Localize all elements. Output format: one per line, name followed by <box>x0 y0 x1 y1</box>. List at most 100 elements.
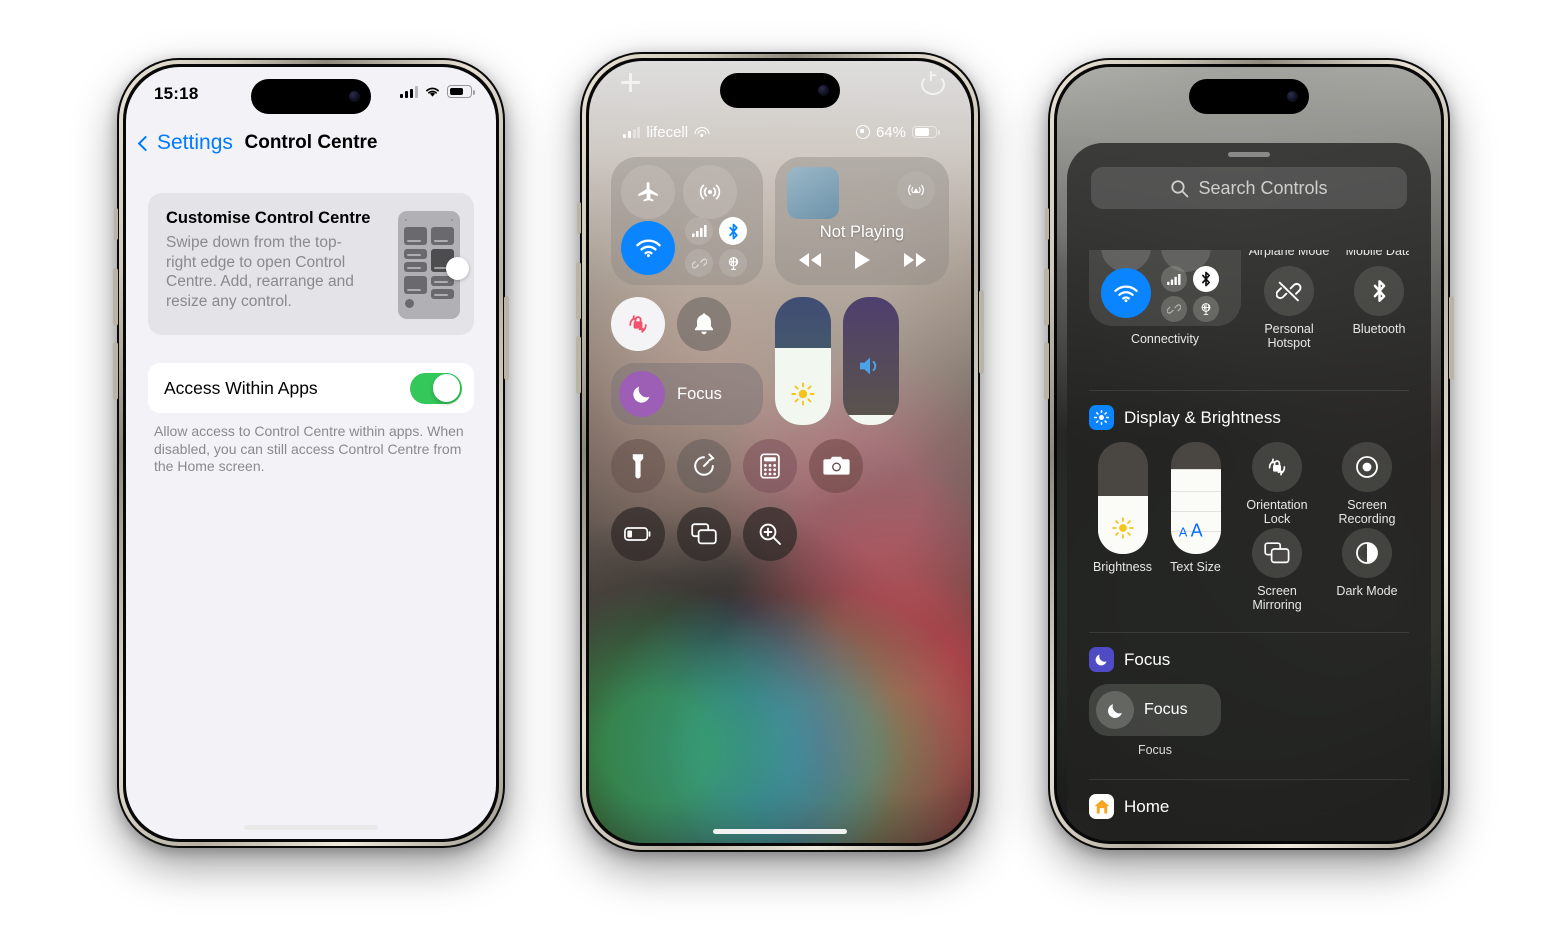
screen-recording-icon[interactable] <box>1342 442 1392 492</box>
add-control-icon[interactable] <box>621 73 640 92</box>
magnifier-icon[interactable] <box>743 507 797 561</box>
play-icon[interactable] <box>854 250 871 275</box>
volume-down-button[interactable] <box>113 342 118 400</box>
screen-mirroring-icon[interactable] <box>1252 528 1302 578</box>
vpn-icon[interactable] <box>719 249 747 277</box>
access-within-apps-row[interactable]: Access Within Apps <box>148 363 474 413</box>
calculator-icon[interactable] <box>743 439 797 493</box>
phone-settings: 15:18 Settings Control Centre Customise … <box>113 58 509 848</box>
search-placeholder: Search Controls <box>1198 177 1328 198</box>
phone-control-gallery: Search Controls Connectivity Airplane Mo… <box>1044 58 1454 850</box>
lock-and-ring <box>611 297 763 351</box>
focus-group-header: Focus <box>1089 647 1409 672</box>
focus-control-card[interactable]: Focus <box>1089 684 1221 736</box>
customise-text: Customise Control Centre Swipe down from… <box>166 209 370 319</box>
connectivity-group-row: Connectivity Airplane Mode Mobile Data P… <box>1089 250 1409 376</box>
airplay-audio-icon[interactable] <box>897 171 935 209</box>
cellular-bars-icon <box>400 85 418 98</box>
personal-hotspot-item: Personal Hotspot <box>1247 262 1331 350</box>
media-title: Not Playing <box>819 223 905 241</box>
home-indicator[interactable] <box>713 829 847 834</box>
screenshot-stage: 15:18 Settings Control Centre Customise … <box>0 0 1560 934</box>
focus-card-label: Focus <box>1144 701 1188 718</box>
vpn-icon[interactable] <box>1193 296 1219 322</box>
wifi-icon <box>694 126 710 138</box>
bluetooth-icon[interactable] <box>719 217 747 245</box>
touch-indicator <box>446 257 469 280</box>
brightness-slider[interactable] <box>775 297 831 425</box>
volume-down-button[interactable] <box>576 336 581 394</box>
volume-up-button[interactable] <box>576 262 581 320</box>
airdrop-icon[interactable] <box>683 165 737 219</box>
orientation-lock-icon[interactable] <box>611 297 665 351</box>
front-camera-icon <box>1287 91 1298 102</box>
connectivity-module[interactable] <box>1089 250 1241 326</box>
moon-icon <box>1096 691 1134 729</box>
volume-down-button[interactable] <box>1044 342 1049 400</box>
bluetooth-icon[interactable] <box>1193 266 1219 292</box>
timer-icon[interactable] <box>677 439 731 493</box>
dark-mode-icon[interactable] <box>1342 528 1392 578</box>
rewind-icon[interactable] <box>798 251 822 274</box>
mobile-data-label: Mobile Data <box>1345 250 1409 258</box>
cellular-bars-icon[interactable] <box>1161 266 1187 292</box>
display-quad-group: Orientation Lock Screen Recording Screen… <box>1235 442 1409 612</box>
wifi-icon[interactable] <box>621 221 675 275</box>
power-icon[interactable] <box>921 71 941 91</box>
camera-icon[interactable] <box>809 439 863 493</box>
connectivity-item: Connectivity <box>1089 250 1241 350</box>
brightness-label: Brightness <box>1092 560 1153 574</box>
focus-group-title: Focus <box>1124 649 1171 669</box>
front-camera-icon <box>818 85 829 96</box>
top-quad-group: Airplane Mode Mobile Data Personal Hotsp… <box>1247 250 1409 350</box>
rotation-lock-icon <box>855 125 870 139</box>
volume-slider[interactable] <box>843 297 899 425</box>
mute-switch[interactable] <box>114 208 118 240</box>
personal-hotspot-off-icon[interactable] <box>1264 266 1314 316</box>
sun-icon <box>1098 516 1148 540</box>
sun-icon <box>775 381 831 407</box>
volume-up-button[interactable] <box>1044 268 1049 326</box>
volume-fill <box>843 414 899 425</box>
top-quad-row-labels: Airplane Mode Mobile Data <box>1247 250 1409 258</box>
airplane-icon[interactable] <box>621 165 675 219</box>
control-row-4 <box>611 507 949 561</box>
connectivity-module <box>611 157 763 285</box>
control-grid: Not Playing Focus <box>611 157 949 561</box>
text-size-slider[interactable]: A A <box>1170 442 1221 554</box>
brightness-slider[interactable] <box>1097 442 1148 554</box>
cellular-bars-icon[interactable] <box>685 217 713 245</box>
orientation-lock-icon[interactable] <box>1252 442 1302 492</box>
media-controls <box>775 250 949 275</box>
battery-low-icon[interactable] <box>611 507 665 561</box>
screen-mirroring-icon[interactable] <box>677 507 731 561</box>
volume-up-button[interactable] <box>113 268 118 326</box>
divider <box>1089 632 1409 633</box>
fast-forward-icon[interactable] <box>903 251 927 274</box>
screen-recording-item: Screen Recording <box>1325 442 1409 526</box>
customise-control-centre-card: Customise Control Centre Swipe down from… <box>148 193 474 335</box>
bell-icon[interactable] <box>677 297 731 351</box>
search-controls-field[interactable]: Search Controls <box>1091 167 1407 209</box>
mute-switch[interactable] <box>1045 208 1049 240</box>
personal-hotspot-icon[interactable] <box>1161 296 1187 322</box>
back-button[interactable]: Settings <box>137 131 233 155</box>
carrier-name: lifecell <box>646 123 689 141</box>
flashlight-icon[interactable] <box>611 439 665 493</box>
phone-control-centre: lifecell 64% Not Playing Focus <box>576 52 984 852</box>
home-indicator[interactable] <box>244 825 378 830</box>
focus-control[interactable]: Focus <box>611 363 763 425</box>
power-button[interactable] <box>1449 296 1454 380</box>
power-button[interactable] <box>979 290 984 374</box>
access-within-apps-toggle[interactable] <box>410 372 462 404</box>
personal-hotspot-icon[interactable] <box>685 249 713 277</box>
battery-icon <box>912 125 940 139</box>
sheet-grabber[interactable] <box>1228 152 1270 157</box>
gallery-scroll[interactable]: Connectivity Airplane Mode Mobile Data P… <box>1067 246 1431 841</box>
power-button[interactable] <box>504 296 509 380</box>
control-row-1: Not Playing <box>611 157 949 285</box>
wifi-icon[interactable] <box>1101 268 1151 318</box>
speaker-icon <box>843 355 899 377</box>
bluetooth-icon[interactable] <box>1354 266 1404 316</box>
mute-switch[interactable] <box>577 202 581 234</box>
